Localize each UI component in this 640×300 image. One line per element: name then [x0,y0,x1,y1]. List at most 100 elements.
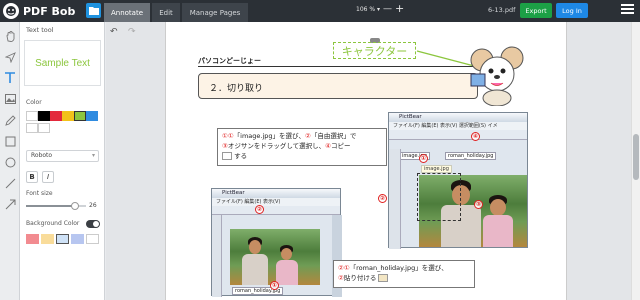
bg-swatch-light-blue[interactable] [56,234,69,244]
window-menu-bar: ファイル(F) 編集(E) 表示(V) 選択範囲(S) イメ [389,122,527,130]
file-name: 6-13.pdf [488,6,516,14]
doc-heading: パソコンどーじょー [198,57,261,65]
section-title: ２．切り取り [209,84,264,94]
undo-icon[interactable]: ↶ [110,27,120,37]
window-tool-column [212,215,222,297]
font-size-value: 26 [89,202,97,209]
color-swatch-custom-2[interactable] [38,123,50,133]
folder-icon [88,7,99,15]
export-button[interactable]: Export [520,3,552,18]
open-file-button[interactable] [86,3,101,18]
step-badge: ② [255,205,264,214]
callout-text: 貼り付ける [343,274,377,282]
callout-text: する [234,152,248,160]
tab-annotate[interactable]: Annotate [104,3,150,22]
app-logo[interactable]: PDF Bob [3,2,78,20]
top-bar: PDF Bob Annotate Edit Manage Pages 106 %… [0,0,640,22]
window-title: PictBear [212,189,340,198]
login-button[interactable]: Log In [556,3,588,18]
step-badge: ③ [474,200,483,209]
italic-button[interactable]: I [42,171,54,183]
arrow-icon[interactable] [2,196,18,212]
step-badge: ④ [471,132,480,141]
scrollbar-thumb[interactable] [633,134,639,180]
callout-text: 「image.jpg」を選び、 [233,132,306,140]
image-icon[interactable] [2,91,18,107]
bg-swatch-periwinkle[interactable] [71,234,84,244]
bold-button[interactable]: B [26,171,38,183]
image-name-label: image.jpg [421,165,452,173]
photo-figure [490,199,506,216]
font-size-label: Font size [26,190,53,197]
step-badge: ② [378,194,387,203]
mascot-mouse-image[interactable] [466,44,528,106]
vertical-scrollbar[interactable] [631,22,640,300]
pictbear-window-1[interactable]: PictBear ファイル(F) 編集(E) 表示(V) 選択範囲(S) イメ … [388,112,528,249]
callout-text: 「自由選択」で [310,132,357,140]
photo-figure [483,215,513,247]
callout-text: 「roman_holiday.jpg」を選び、 [349,264,448,272]
bg-swatch-pink[interactable] [26,234,39,244]
text-icon[interactable] [2,70,18,86]
document-tab[interactable]: roman_holiday.jpg [445,152,497,160]
color-swatch-blue[interactable] [86,111,98,121]
callout-text: オジサンをドラッグして選択し、 [227,142,326,150]
step-badge: ① [419,154,428,163]
pen-icon[interactable] [2,112,18,128]
tab-manage-pages[interactable]: Manage Pages [182,3,248,22]
photo-figure [276,260,298,285]
color-swatch-green[interactable] [74,111,86,121]
tool-strip [0,22,20,300]
font-family-value: Roboto [31,152,53,159]
zoom-level[interactable]: 106 % ▾ [356,6,380,13]
bg-swatch-white[interactable] [86,234,99,244]
window-toolbar [212,206,340,215]
sample-text-preview: Sample Text [24,40,101,86]
color-swatch-white[interactable] [26,111,38,121]
tab-edit[interactable]: Edit [152,3,180,22]
font-size-slider-handle[interactable] [71,202,80,210]
copy-icon [222,152,232,160]
color-swatch-custom-1[interactable] [26,123,38,133]
window-menu-bar: ファイル(F) 編集(E) 表示(V) [212,198,340,206]
bg-color-label: Background Color [26,220,80,227]
font-size-slider[interactable] [26,202,86,210]
color-swatch-red[interactable] [50,111,62,121]
hamburger-menu-icon[interactable] [621,4,634,17]
hand-icon[interactable] [2,28,18,44]
font-family-select[interactable]: Roboto ▾ [26,150,99,162]
paste-icon [378,274,389,282]
zoom-in-button[interactable]: + [395,2,404,15]
instruction-callout-1: ①①「image.jpg」を選び、②「自由選択」で ③オジサンをドラッグして選択… [217,128,387,166]
panel-title: Text tool [26,26,54,34]
toggle-knob [93,221,99,227]
redo-icon[interactable]: ↷ [128,27,138,37]
chevron-down-icon: ▾ [91,152,95,159]
pointer-icon[interactable] [2,49,18,65]
color-swatch-black[interactable] [38,111,50,121]
window-toolbar [389,130,527,140]
bg-color-toggle[interactable] [86,220,100,228]
roman-holiday-photo [230,229,320,285]
photo-figure [249,240,261,254]
bg-swatch-yellow[interactable] [41,234,54,244]
rectangle-icon[interactable] [2,133,18,149]
pictbear-window-2[interactable]: PictBear ファイル(F) 編集(E) 表示(V) roman_holid… [211,188,342,297]
step-badge: ① [270,281,279,290]
color-swatch-yellow[interactable] [62,111,74,121]
app-name: PDF Bob [23,4,76,18]
font-size-slider-fill [26,205,76,207]
window-title: PictBear [389,113,527,122]
selection-marquee [417,173,461,221]
instruction-callout-2: ②①「roman_holiday.jpg」を選び、 ②貼り付ける [333,260,475,288]
line-icon[interactable] [2,175,18,191]
photo-figure [242,254,268,285]
circle-icon[interactable] [2,154,18,170]
text-tool-panel: Text tool Sample Text Color Roboto ▾ B I… [20,22,105,300]
photo-figure [281,248,292,260]
window-tool-column [389,149,401,249]
color-label: Color [26,99,42,106]
step-number: ①① [222,132,234,140]
zoom-out-button[interactable]: — [383,4,392,14]
character-text-annotation[interactable]: キャラクター [333,42,416,59]
